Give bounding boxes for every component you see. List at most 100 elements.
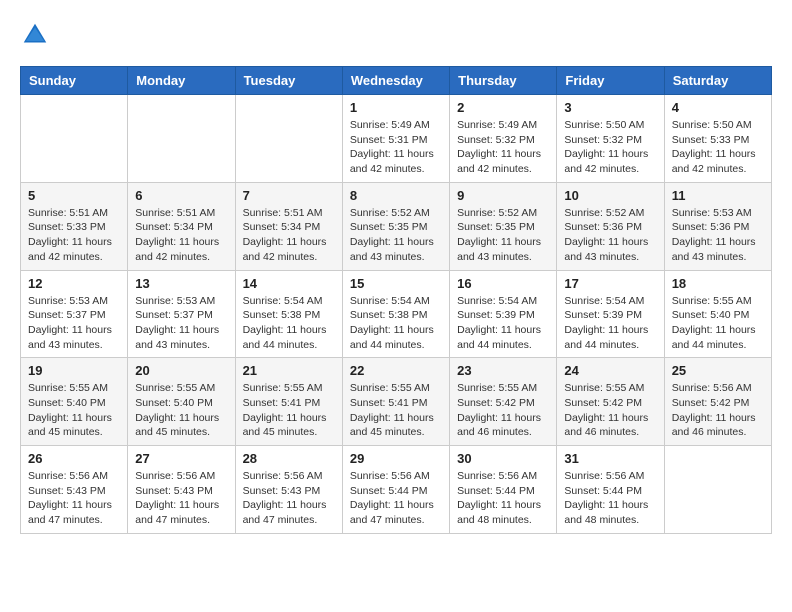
calendar-day-cell: 18 Sunrise: 5:55 AMSunset: 5:40 PMDayligh… [664, 270, 771, 358]
calendar-day-cell: 17 Sunrise: 5:54 AMSunset: 5:39 PMDayligh… [557, 270, 664, 358]
calendar-day-cell [235, 95, 342, 183]
calendar-day-cell: 21 Sunrise: 5:55 AMSunset: 5:41 PMDayligh… [235, 358, 342, 446]
day-number: 26 [28, 451, 120, 466]
day-number: 15 [350, 276, 442, 291]
calendar-week-row: 5Sunrise: 5:51 AMSunset: 5:33 PMDaylight… [21, 182, 772, 270]
calendar-day-cell: 9 Sunrise: 5:52 AMSunset: 5:35 PMDaylight… [450, 182, 557, 270]
calendar-day-cell: 13 Sunrise: 5:53 AMSunset: 5:37 PMDayligh… [128, 270, 235, 358]
day-number: 5 [28, 188, 120, 203]
day-info: Sunrise: 5:56 AMSunset: 5:43 PMDaylight:… [28, 469, 120, 528]
day-number: 16 [457, 276, 549, 291]
day-number: 13 [135, 276, 227, 291]
calendar-day-cell: 20 Sunrise: 5:55 AMSunset: 5:40 PMDayligh… [128, 358, 235, 446]
day-info: Sunrise: 5:54 AMSunset: 5:38 PMDaylight:… [243, 294, 335, 353]
calendar-day-cell [128, 95, 235, 183]
day-info: Sunrise: 5:56 AMSunset: 5:44 PMDaylight:… [350, 469, 442, 528]
calendar-day-cell: 10 Sunrise: 5:52 AMSunset: 5:36 PMDayligh… [557, 182, 664, 270]
calendar-day-cell [664, 446, 771, 534]
calendar-day-cell: 15Sunrise: 5:54 AMSunset: 5:38 PMDayligh… [342, 270, 449, 358]
day-info: Sunrise: 5:55 AMSunset: 5:40 PMDaylight:… [672, 294, 764, 353]
day-info: Sunrise: 5:55 AMSunset: 5:42 PMDaylight:… [564, 381, 656, 440]
calendar-day-cell: 31 Sunrise: 5:56 AMSunset: 5:44 PMDayligh… [557, 446, 664, 534]
page-header [20, 20, 772, 50]
calendar-week-row: 26 Sunrise: 5:56 AMSunset: 5:43 PMDayligh… [21, 446, 772, 534]
calendar-day-cell: 28Sunrise: 5:56 AMSunset: 5:43 PMDayligh… [235, 446, 342, 534]
calendar-day-cell: 22 Sunrise: 5:55 AMSunset: 5:41 PMDayligh… [342, 358, 449, 446]
day-info: Sunrise: 5:55 AMSunset: 5:41 PMDaylight:… [350, 381, 442, 440]
day-number: 17 [564, 276, 656, 291]
calendar-day-cell: 25 Sunrise: 5:56 AMSunset: 5:42 PMDayligh… [664, 358, 771, 446]
day-info: Sunrise: 5:50 AMSunset: 5:33 PMDaylight:… [672, 118, 764, 177]
calendar-day-cell: 14 Sunrise: 5:54 AMSunset: 5:38 PMDayligh… [235, 270, 342, 358]
calendar-day-cell: 27 Sunrise: 5:56 AMSunset: 5:43 PMDayligh… [128, 446, 235, 534]
weekday-header: Tuesday [235, 67, 342, 95]
day-number: 4 [672, 100, 764, 115]
logo-icon [20, 20, 50, 50]
calendar-week-row: 19Sunrise: 5:55 AMSunset: 5:40 PMDayligh… [21, 358, 772, 446]
day-number: 10 [564, 188, 656, 203]
day-info: Sunrise: 5:56 AMSunset: 5:44 PMDaylight:… [457, 469, 549, 528]
day-number: 11 [672, 188, 764, 203]
weekday-header: Friday [557, 67, 664, 95]
day-info: Sunrise: 5:50 AMSunset: 5:32 PMDaylight:… [564, 118, 656, 177]
day-info: Sunrise: 5:55 AMSunset: 5:42 PMDaylight:… [457, 381, 549, 440]
day-number: 24 [564, 363, 656, 378]
day-info: Sunrise: 5:49 AMSunset: 5:32 PMDaylight:… [457, 118, 549, 177]
day-info: Sunrise: 5:49 AMSunset: 5:31 PMDaylight:… [350, 118, 442, 177]
day-info: Sunrise: 5:53 AMSunset: 5:36 PMDaylight:… [672, 206, 764, 265]
day-info: Sunrise: 5:52 AMSunset: 5:36 PMDaylight:… [564, 206, 656, 265]
day-info: Sunrise: 5:55 AMSunset: 5:40 PMDaylight:… [135, 381, 227, 440]
day-info: Sunrise: 5:51 AMSunset: 5:34 PMDaylight:… [243, 206, 335, 265]
day-number: 27 [135, 451, 227, 466]
calendar-day-cell: 24 Sunrise: 5:55 AMSunset: 5:42 PMDayligh… [557, 358, 664, 446]
calendar-day-cell: 29Sunrise: 5:56 AMSunset: 5:44 PMDayligh… [342, 446, 449, 534]
day-number: 9 [457, 188, 549, 203]
calendar-day-cell: 3 Sunrise: 5:50 AMSunset: 5:32 PMDaylight… [557, 95, 664, 183]
day-number: 31 [564, 451, 656, 466]
calendar-day-cell: 2 Sunrise: 5:49 AMSunset: 5:32 PMDaylight… [450, 95, 557, 183]
calendar-day-cell: 1Sunrise: 5:49 AMSunset: 5:31 PMDaylight… [342, 95, 449, 183]
day-number: 21 [243, 363, 335, 378]
day-number: 8 [350, 188, 442, 203]
weekday-header: Monday [128, 67, 235, 95]
day-info: Sunrise: 5:56 AMSunset: 5:42 PMDaylight:… [672, 381, 764, 440]
weekday-header: Wednesday [342, 67, 449, 95]
calendar-day-cell: 12Sunrise: 5:53 AMSunset: 5:37 PMDayligh… [21, 270, 128, 358]
day-number: 14 [243, 276, 335, 291]
day-number: 7 [243, 188, 335, 203]
calendar-day-cell: 11 Sunrise: 5:53 AMSunset: 5:36 PMDayligh… [664, 182, 771, 270]
day-info: Sunrise: 5:54 AMSunset: 5:39 PMDaylight:… [457, 294, 549, 353]
day-number: 2 [457, 100, 549, 115]
day-info: Sunrise: 5:53 AMSunset: 5:37 PMDaylight:… [28, 294, 120, 353]
weekday-header: Saturday [664, 67, 771, 95]
day-number: 20 [135, 363, 227, 378]
day-info: Sunrise: 5:52 AMSunset: 5:35 PMDaylight:… [457, 206, 549, 265]
calendar-day-cell: 7 Sunrise: 5:51 AMSunset: 5:34 PMDaylight… [235, 182, 342, 270]
day-number: 23 [457, 363, 549, 378]
day-number: 3 [564, 100, 656, 115]
weekday-header: Sunday [21, 67, 128, 95]
day-number: 6 [135, 188, 227, 203]
weekday-header: Thursday [450, 67, 557, 95]
day-number: 22 [350, 363, 442, 378]
calendar-day-cell: 26 Sunrise: 5:56 AMSunset: 5:43 PMDayligh… [21, 446, 128, 534]
day-number: 25 [672, 363, 764, 378]
calendar-day-cell [21, 95, 128, 183]
calendar-day-cell: 23 Sunrise: 5:55 AMSunset: 5:42 PMDayligh… [450, 358, 557, 446]
calendar-week-row: 1Sunrise: 5:49 AMSunset: 5:31 PMDaylight… [21, 95, 772, 183]
calendar-table: SundayMondayTuesdayWednesdayThursdayFrid… [20, 66, 772, 534]
calendar-day-cell: 16 Sunrise: 5:54 AMSunset: 5:39 PMDayligh… [450, 270, 557, 358]
day-number: 18 [672, 276, 764, 291]
calendar-day-cell: 8Sunrise: 5:52 AMSunset: 5:35 PMDaylight… [342, 182, 449, 270]
day-info: Sunrise: 5:54 AMSunset: 5:39 PMDaylight:… [564, 294, 656, 353]
calendar-day-cell: 6 Sunrise: 5:51 AMSunset: 5:34 PMDaylight… [128, 182, 235, 270]
day-info: Sunrise: 5:51 AMSunset: 5:34 PMDaylight:… [135, 206, 227, 265]
calendar-day-cell: 19Sunrise: 5:55 AMSunset: 5:40 PMDayligh… [21, 358, 128, 446]
logo [20, 20, 54, 50]
day-info: Sunrise: 5:56 AMSunset: 5:43 PMDaylight:… [243, 469, 335, 528]
calendar-day-cell: 5Sunrise: 5:51 AMSunset: 5:33 PMDaylight… [21, 182, 128, 270]
day-info: Sunrise: 5:56 AMSunset: 5:44 PMDaylight:… [564, 469, 656, 528]
day-info: Sunrise: 5:55 AMSunset: 5:41 PMDaylight:… [243, 381, 335, 440]
day-info: Sunrise: 5:56 AMSunset: 5:43 PMDaylight:… [135, 469, 227, 528]
day-info: Sunrise: 5:53 AMSunset: 5:37 PMDaylight:… [135, 294, 227, 353]
